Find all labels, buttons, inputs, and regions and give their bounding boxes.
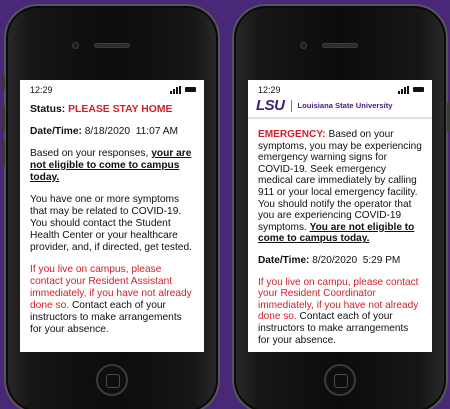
emergency-message: EMERGENCY: Based on your symptoms, you m…	[258, 129, 422, 245]
symptoms-message: You have one or more symptoms that may b…	[30, 194, 192, 253]
lsu-logo: LSU	[256, 97, 285, 114]
status-time: 12:29	[258, 84, 281, 95]
front-camera	[300, 42, 307, 49]
eligibility-message: Based on your responses, your are not el…	[30, 148, 194, 184]
right-phone-screen: 12:29 LSU Louisiana State University EME…	[248, 80, 432, 352]
front-camera	[72, 42, 79, 49]
left-phone-screen: 12:29 Status: PLEASE STAY HOME Date/Time…	[20, 80, 204, 352]
status-bar: 12:29	[248, 80, 432, 95]
right-phone: 12:29 LSU Louisiana State University EME…	[232, 4, 450, 409]
status-label: Status:	[30, 104, 66, 115]
datetime-value: 8/18/2020 11:07 AM	[84, 126, 179, 137]
volume-down-button	[1, 140, 5, 166]
signal-icon	[398, 85, 409, 94]
responses-text: Based on your responses,	[30, 148, 149, 159]
datetime-line: Date/Time: 8/20/2020 5:29 PM	[258, 255, 422, 267]
header-divider	[290, 99, 292, 112]
earpiece-speaker	[94, 43, 130, 48]
campus-message: If you live on campus, please contact yo…	[30, 264, 194, 336]
volume-up-button	[1, 106, 5, 132]
status-time: 12:29	[30, 84, 53, 95]
battery-icon	[185, 87, 196, 92]
battery-icon	[413, 87, 424, 92]
lsu-header: LSU Louisiana State University	[248, 95, 432, 119]
status-line: Status: PLEASE STAY HOME	[30, 104, 194, 116]
home-button	[96, 364, 128, 396]
datetime-label: Date/Time:	[30, 126, 82, 137]
university-name: Louisiana State University	[297, 101, 393, 110]
campus-message: If you live on campu, please contact you…	[258, 277, 422, 347]
emergency-label: EMERGENCY:	[258, 129, 326, 140]
mute-switch	[1, 76, 5, 90]
datetime-value: 8/20/2020 5:29 PM	[312, 254, 401, 266]
home-button	[324, 364, 356, 396]
datetime-label: Date/Time:	[258, 254, 310, 266]
status-bar: 12:29	[20, 80, 204, 95]
datetime-line: Date/Time: 8/18/2020 11:07 AM	[30, 126, 194, 138]
earpiece-speaker	[322, 43, 358, 48]
status-value: PLEASE STAY HOME	[68, 104, 173, 115]
left-phone: 12:29 Status: PLEASE STAY HOME Date/Time…	[1, 4, 220, 409]
emergency-text: Based on your symptoms, you may be exper…	[258, 129, 422, 233]
signal-icon	[170, 85, 181, 94]
